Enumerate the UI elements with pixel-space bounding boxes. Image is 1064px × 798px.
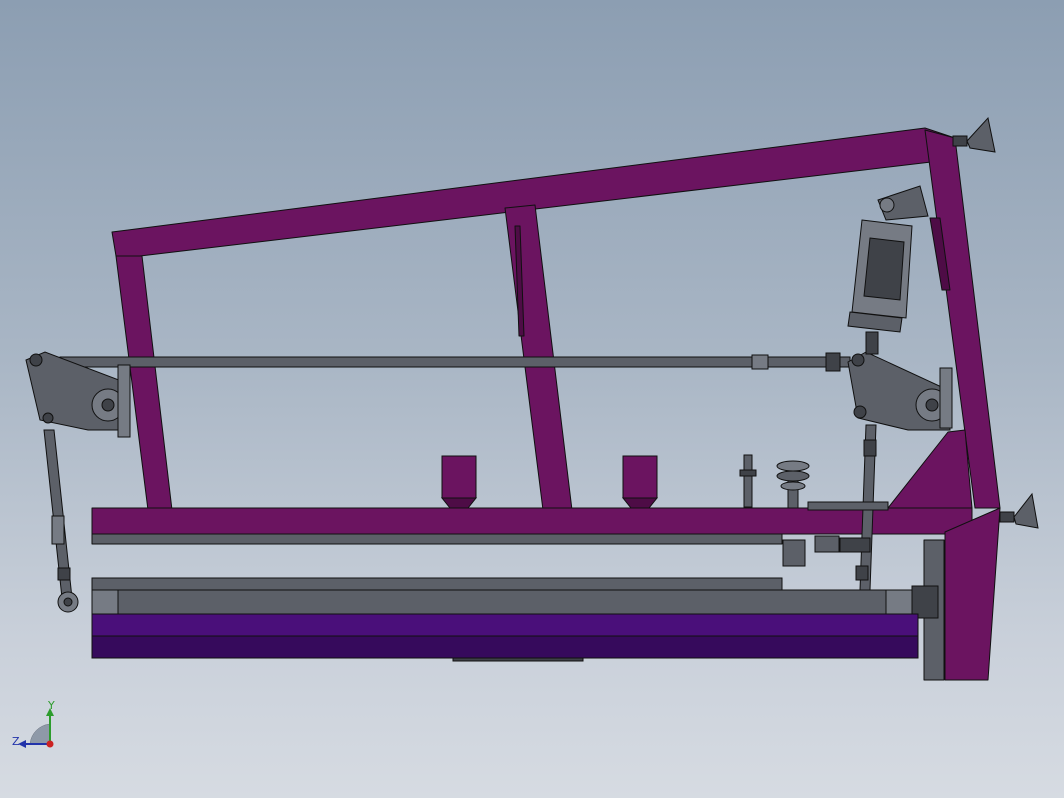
conveyor-belt-lower xyxy=(91,635,919,659)
leveling-foot-bottom xyxy=(999,492,1039,529)
z-axis-label: Z xyxy=(12,735,20,748)
corner-gusset xyxy=(887,429,973,509)
graphics-viewport[interactable]: Y Z xyxy=(0,0,1064,798)
machine-model[interactable] xyxy=(0,0,1064,798)
y-axis-label: Y xyxy=(48,699,55,712)
upper-rail xyxy=(91,577,783,591)
coordinate-triad: Y Z xyxy=(10,700,70,760)
right-bracket xyxy=(847,351,953,431)
base-beam-lower-strip xyxy=(91,533,783,545)
roller-tube xyxy=(91,589,915,615)
roller-assembly xyxy=(57,577,939,662)
left-tie-rod xyxy=(43,429,73,599)
conveyor-belt-upper xyxy=(91,613,919,637)
right-lower-plate xyxy=(944,507,1001,681)
hopper-right xyxy=(621,455,659,509)
main-shaft xyxy=(59,352,851,372)
hopper-left xyxy=(440,455,478,509)
pneumatic-cylinder xyxy=(847,185,929,355)
leveling-foot-top xyxy=(952,116,996,153)
triad-graphic xyxy=(18,708,54,748)
base-beam xyxy=(91,507,973,535)
